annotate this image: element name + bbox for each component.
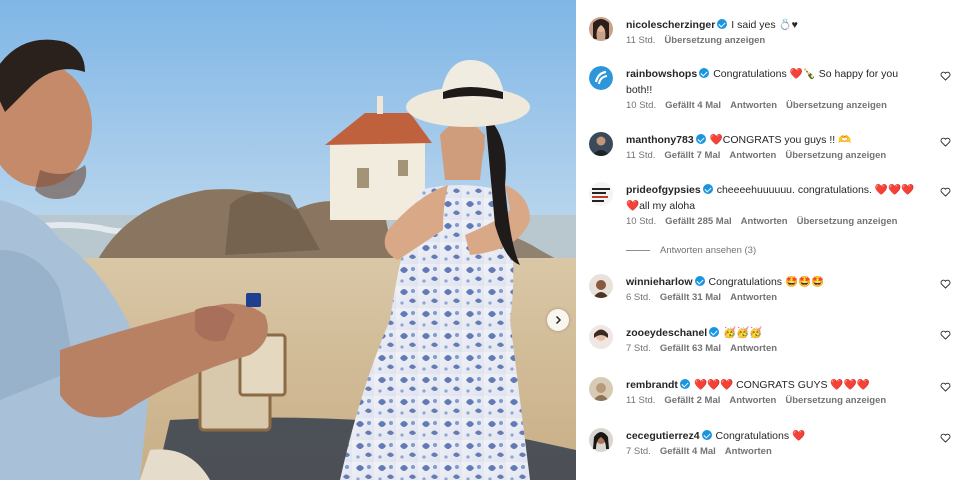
comment-username[interactable]: rembrandt xyxy=(626,379,678,391)
comment-likes[interactable]: Gefällt 285 Mal xyxy=(665,216,732,227)
comment-likes[interactable]: Gefällt 4 Mal xyxy=(660,446,716,457)
view-replies-button[interactable]: Antworten ansehen (3) xyxy=(626,245,756,256)
avatar[interactable] xyxy=(589,377,613,401)
comment-text: I said yes 💍♥ xyxy=(731,19,798,31)
verified-icon xyxy=(694,276,705,286)
reply-button[interactable]: Antworten xyxy=(730,292,777,303)
verified-icon xyxy=(702,184,713,194)
comment-time[interactable]: 7 Std. xyxy=(626,343,651,354)
comment-username[interactable]: prideofgypsies xyxy=(626,184,701,196)
see-translation-link[interactable]: Übersetzung anzeigen xyxy=(786,100,887,111)
comment-time[interactable]: 10 Std. xyxy=(626,100,656,111)
like-heart-icon[interactable] xyxy=(939,329,951,341)
avatar[interactable] xyxy=(589,66,613,90)
comment-time[interactable]: 6 Std. xyxy=(626,292,651,303)
comment-username[interactable]: rainbowshops xyxy=(626,68,697,80)
see-translation-link[interactable]: Übersetzung anzeigen xyxy=(797,216,898,227)
reply-button[interactable]: Antworten xyxy=(729,395,776,406)
comment-likes[interactable]: Gefällt 7 Mal xyxy=(664,150,720,161)
post-photo xyxy=(0,0,576,480)
like-heart-icon[interactable] xyxy=(939,278,951,290)
avatar[interactable] xyxy=(589,274,613,298)
comment-time[interactable]: 11 Std. xyxy=(626,150,655,161)
like-heart-icon[interactable] xyxy=(939,432,951,444)
avatar[interactable] xyxy=(589,17,613,41)
reply-button[interactable]: Antworten xyxy=(725,446,772,457)
see-translation-link[interactable]: Übersetzung anzeigen xyxy=(785,150,886,161)
reply-button[interactable]: Antworten xyxy=(741,216,788,227)
next-image-button[interactable] xyxy=(547,309,569,331)
like-heart-icon[interactable] xyxy=(939,136,951,148)
verified-icon xyxy=(695,134,706,144)
avatar[interactable] xyxy=(589,182,613,206)
proposal-photo-image xyxy=(0,0,576,480)
verified-icon xyxy=(679,379,690,389)
like-heart-icon[interactable] xyxy=(939,186,951,198)
comment-username[interactable]: nicolescherzinger xyxy=(626,19,715,31)
reply-button[interactable]: Antworten xyxy=(730,100,777,111)
comment-username[interactable]: zooeydeschanel xyxy=(626,327,707,339)
comment-likes[interactable]: Gefällt 31 Mal xyxy=(660,292,721,303)
like-heart-icon[interactable] xyxy=(939,381,951,393)
comments-panel: nicolescherzinger I said yes 💍♥ 11 Std. Üb… xyxy=(576,0,960,480)
verified-icon xyxy=(709,327,720,337)
comment-likes[interactable]: Gefällt 63 Mal xyxy=(660,343,721,354)
see-translation-link[interactable]: Übersetzung anzeigen xyxy=(664,35,765,46)
comment-text: Congratulations 🤩🤩🤩 xyxy=(708,276,825,288)
view-replies-label[interactable]: Antworten ansehen (3) xyxy=(660,245,756,256)
comment-text: 🥳🥳🥳 xyxy=(723,327,763,339)
comment-text: ❤️CONGRATS you guys !! 🫶 xyxy=(709,134,852,146)
reply-button[interactable]: Antworten xyxy=(729,150,776,161)
reply-button[interactable]: Antworten xyxy=(730,343,777,354)
comment-time[interactable]: 11 Std. xyxy=(626,395,655,406)
avatar[interactable] xyxy=(589,428,613,452)
avatar[interactable] xyxy=(589,132,613,156)
see-translation-link[interactable]: Übersetzung anzeigen xyxy=(785,395,886,406)
comment-time[interactable]: 11 Std. xyxy=(626,35,655,46)
verified-icon xyxy=(699,68,710,78)
avatar[interactable] xyxy=(589,325,613,349)
comment-username[interactable]: cecegutierrez4 xyxy=(626,430,700,442)
like-heart-icon[interactable] xyxy=(939,70,951,82)
comment-likes[interactable]: Gefällt 4 Mal xyxy=(665,100,721,111)
verified-icon xyxy=(701,430,712,440)
chevron-right-icon xyxy=(555,315,562,325)
comment-username[interactable]: manthony783 xyxy=(626,134,694,146)
comment-text: Congratulations ❤️ xyxy=(715,430,806,442)
comment-likes[interactable]: Gefällt 2 Mal xyxy=(664,395,720,406)
comment-username[interactable]: winnieharlow xyxy=(626,276,693,288)
verified-icon xyxy=(717,19,728,29)
comment-time[interactable]: 7 Std. xyxy=(626,446,651,457)
divider xyxy=(626,250,650,251)
comment-text: ❤️❤️❤️ CONGRATS GUYS ❤️❤️❤️ xyxy=(693,379,870,391)
comment-time[interactable]: 10 Std. xyxy=(626,216,656,227)
